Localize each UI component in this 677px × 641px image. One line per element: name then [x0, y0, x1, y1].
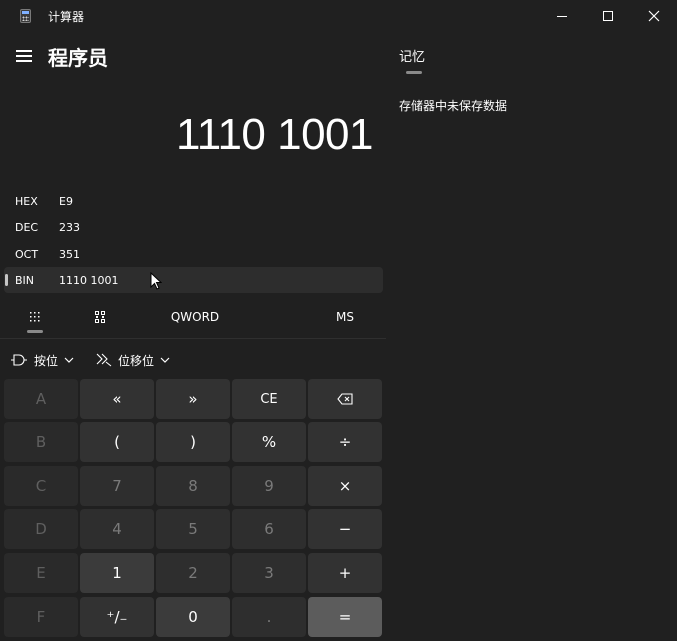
- key-open-paren[interactable]: (: [80, 422, 154, 462]
- key-6[interactable]: 6: [232, 509, 306, 549]
- key-backspace[interactable]: [308, 379, 382, 419]
- radix-row-oct[interactable]: OCT 351: [4, 241, 383, 267]
- keypad-grid-icon: [30, 312, 40, 322]
- radix-row-bin[interactable]: BIN 1110 1001: [4, 267, 383, 293]
- key-negate[interactable]: ⁺/₋: [80, 597, 154, 637]
- chevron-down-icon: [160, 357, 170, 363]
- full-keypad-button[interactable]: [20, 302, 50, 332]
- bitshift-dropdown[interactable]: 位移位: [96, 348, 170, 372]
- mouse-cursor-icon: [150, 272, 162, 290]
- maximize-icon: [603, 11, 613, 21]
- result-display: 1110 1001: [176, 110, 373, 159]
- key-hex-d[interactable]: D: [4, 509, 78, 549]
- close-icon: [648, 10, 660, 22]
- key-close-paren[interactable]: ): [156, 422, 230, 462]
- mode-title: 程序员: [48, 46, 108, 70]
- key-decimal[interactable]: .: [232, 597, 306, 637]
- radix-label: HEX: [15, 194, 38, 208]
- radix-value: 351: [59, 247, 80, 261]
- radix-value: E9: [59, 194, 73, 208]
- key-clear-entry[interactable]: CE: [232, 379, 306, 419]
- memory-tab-indicator: [406, 71, 422, 74]
- key-7[interactable]: 7: [80, 466, 154, 506]
- radix-label: OCT: [15, 247, 39, 261]
- key-3[interactable]: 3: [232, 553, 306, 593]
- hamburger-icon: [16, 50, 32, 52]
- divider: [0, 338, 386, 339]
- key-2[interactable]: 2: [156, 553, 230, 593]
- radix-value: 1110 1001: [59, 273, 119, 287]
- key-4[interactable]: 4: [80, 509, 154, 549]
- bitwise-label: 按位: [34, 353, 59, 368]
- bit-toggling-keypad-button[interactable]: [85, 302, 115, 332]
- key-percent[interactable]: %: [232, 422, 306, 462]
- navigation-menu-button[interactable]: [16, 50, 32, 62]
- key-5[interactable]: 5: [156, 509, 230, 549]
- key-hex-c[interactable]: C: [4, 466, 78, 506]
- key-hex-a[interactable]: A: [4, 379, 78, 419]
- minimize-button[interactable]: [539, 0, 585, 32]
- key-hex-b[interactable]: B: [4, 422, 78, 462]
- key-0[interactable]: 0: [156, 597, 230, 637]
- radix-label: DEC: [15, 220, 39, 234]
- close-button[interactable]: [631, 0, 677, 32]
- key-rotate-left[interactable]: «: [80, 379, 154, 419]
- key-add[interactable]: +: [308, 553, 382, 593]
- memory-tab[interactable]: 记忆: [399, 46, 425, 65]
- chevron-down-icon: [64, 357, 74, 363]
- window-title: 计算器: [48, 10, 85, 24]
- bitwise-dropdown[interactable]: 按位: [10, 348, 74, 372]
- key-9[interactable]: 9: [232, 466, 306, 506]
- bitshift-label: 位移位: [118, 353, 155, 368]
- radix-row-dec[interactable]: DEC 233: [4, 214, 383, 240]
- word-size-button[interactable]: QWORD: [160, 302, 230, 332]
- active-tool-indicator: [27, 330, 43, 333]
- maximize-button[interactable]: [585, 0, 631, 32]
- key-divide[interactable]: ÷: [308, 422, 382, 462]
- key-subtract[interactable]: −: [308, 509, 382, 549]
- logic-gate-icon: [11, 354, 27, 366]
- key-multiply[interactable]: ×: [308, 466, 382, 506]
- calculator-app-icon: [20, 9, 31, 23]
- key-8[interactable]: 8: [156, 466, 230, 506]
- memory-store-button[interactable]: MS: [325, 302, 365, 332]
- radix-label: BIN: [15, 273, 35, 287]
- key-hex-f[interactable]: F: [4, 597, 78, 637]
- minimize-icon: [557, 15, 567, 17]
- key-1[interactable]: 1: [80, 553, 154, 593]
- backspace-icon: [337, 393, 353, 405]
- key-hex-e[interactable]: E: [4, 553, 78, 593]
- radix-value: 233: [59, 220, 80, 234]
- bitshift-icon: [96, 353, 112, 367]
- memory-empty-message: 存储器中未保存数据: [399, 99, 508, 113]
- key-rotate-right[interactable]: »: [156, 379, 230, 419]
- radix-row-hex[interactable]: HEX E9: [4, 188, 383, 214]
- key-equals[interactable]: =: [308, 597, 382, 637]
- bit-toggle-icon: [95, 311, 105, 323]
